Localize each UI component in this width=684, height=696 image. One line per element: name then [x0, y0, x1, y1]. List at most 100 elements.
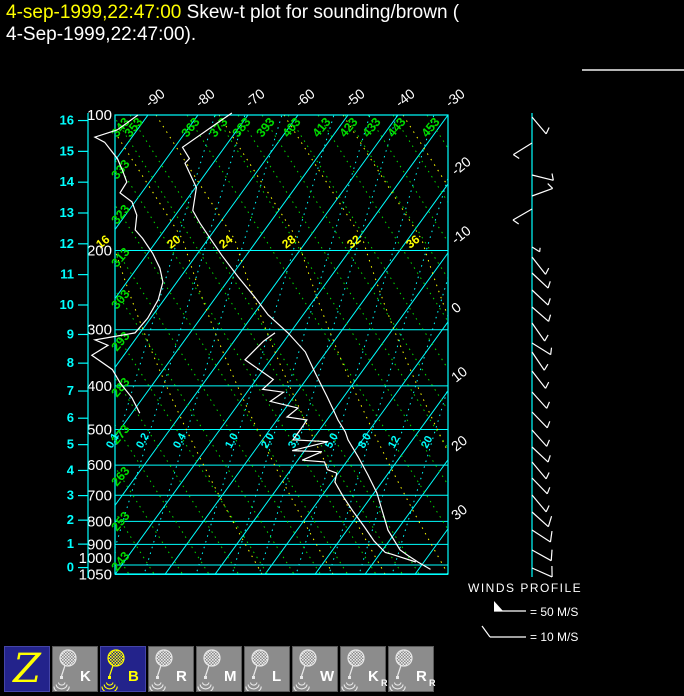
weather-balloon-icon	[245, 647, 273, 691]
svg-text:15: 15	[60, 143, 74, 158]
svg-text:600: 600	[87, 457, 112, 474]
svg-text:443: 443	[385, 115, 409, 140]
toolbar-button-label: L	[272, 668, 281, 685]
wind-barb	[532, 512, 552, 527]
toolbar-button-m[interactable]: M	[196, 646, 242, 692]
skewt-app-window: 4-sep-1999,22:47:00 Skew-t plot for soun…	[0, 0, 684, 696]
svg-text:0: 0	[67, 560, 74, 575]
svg-text:300: 300	[87, 322, 112, 339]
svg-text:16: 16	[60, 113, 74, 128]
wind-barb	[532, 478, 550, 494]
svg-text:800: 800	[87, 513, 112, 530]
svg-text:30: 30	[448, 501, 470, 523]
wind-barb	[532, 343, 552, 355]
svg-text:253: 253	[109, 509, 133, 534]
svg-text:-40: -40	[392, 85, 418, 110]
svg-text:200: 200	[87, 242, 112, 259]
svg-text:283: 283	[109, 375, 133, 400]
wind-barb	[532, 566, 552, 577]
weather-balloon-icon	[389, 647, 417, 691]
wind-barb	[532, 117, 549, 134]
height-axis: 012345678910111213141516	[60, 113, 88, 578]
wind-barb	[532, 447, 550, 462]
svg-text:13: 13	[60, 205, 74, 220]
toolbar-button-b[interactable]: B	[100, 646, 146, 692]
toolbar-button-z-zoom[interactable]: Z	[4, 646, 50, 692]
svg-text:2.0: 2.0	[259, 431, 277, 450]
svg-text:100: 100	[87, 107, 112, 124]
svg-text:333: 333	[109, 157, 133, 182]
svg-text:14: 14	[60, 174, 75, 189]
chart-layer: 3433333233133032932832732632532433533633…	[0, 85, 684, 583]
svg-text:0.4: 0.4	[171, 430, 189, 450]
weather-balloon-icon	[197, 647, 225, 691]
wind-barb	[532, 550, 552, 561]
wind-barb	[532, 430, 549, 446]
svg-text:293: 293	[109, 329, 133, 354]
toolbar: ZKBRMLWKRRR	[0, 643, 684, 696]
wind-barb	[532, 273, 550, 288]
svg-text:0.2: 0.2	[134, 431, 152, 450]
wind-barb	[532, 247, 540, 252]
svg-text:12: 12	[60, 236, 74, 251]
full-barb-icon	[482, 626, 526, 637]
svg-text:6: 6	[67, 410, 74, 425]
flag-barb-icon	[494, 601, 526, 611]
weather-balloon-icon	[293, 647, 321, 691]
toolbar-button-w[interactable]: W	[292, 646, 338, 692]
svg-text:20: 20	[419, 434, 435, 450]
svg-text:4: 4	[67, 462, 75, 477]
svg-text:3: 3	[67, 488, 74, 503]
toolbar-button-rr[interactable]: RR	[388, 646, 434, 692]
weather-balloon-icon	[341, 647, 369, 691]
toolbar-button-label: K	[368, 668, 379, 685]
toolbar-button-label: K	[80, 668, 91, 685]
toolbar-button-label: W	[320, 668, 334, 685]
wind-barb	[513, 209, 532, 224]
svg-text:24: 24	[216, 232, 235, 251]
svg-text:-10: -10	[448, 222, 474, 247]
svg-text:303: 303	[109, 287, 133, 312]
svg-text:-20: -20	[448, 153, 474, 178]
svg-text:-30: -30	[442, 85, 468, 110]
svg-text:500: 500	[87, 422, 112, 439]
svg-text:313: 313	[109, 245, 133, 270]
dry-adiabat-labels: 3433333233133032932832732632532433533633…	[109, 115, 443, 574]
svg-text:36: 36	[403, 232, 422, 251]
svg-text:423: 423	[337, 115, 361, 140]
svg-text:-60: -60	[292, 85, 318, 110]
toolbar-button-k[interactable]: K	[52, 646, 98, 692]
svg-text:-70: -70	[242, 85, 268, 110]
wind-barb	[532, 530, 552, 542]
svg-text:10: 10	[60, 297, 74, 312]
legend-10ms-label: = 10 M/S	[530, 630, 578, 644]
svg-text:11: 11	[60, 267, 74, 282]
svg-text:700: 700	[87, 487, 112, 504]
svg-text:20: 20	[164, 232, 183, 251]
wind-barb	[532, 495, 549, 512]
svg-text:8: 8	[67, 355, 74, 370]
svg-text:-90: -90	[142, 85, 168, 110]
svg-text:5.0: 5.0	[323, 431, 341, 450]
skewt-chart: 3433333233133032932832732632532433533633…	[0, 0, 684, 696]
toolbar-button-l[interactable]: L	[244, 646, 290, 692]
wind-barb	[532, 412, 550, 428]
svg-text:400: 400	[87, 378, 112, 395]
toolbar-button-kr[interactable]: KR	[340, 646, 386, 692]
wind-barb	[532, 257, 549, 274]
svg-text:453: 453	[419, 115, 443, 140]
temperature-trace	[183, 113, 431, 569]
wind-barb	[532, 290, 550, 305]
svg-text:393: 393	[254, 115, 278, 140]
svg-text:433: 433	[360, 115, 384, 140]
svg-text:1000: 1000	[79, 550, 112, 567]
wind-barb	[513, 143, 532, 158]
svg-text:0: 0	[448, 299, 464, 317]
wind-barb	[532, 307, 551, 321]
wind-barb	[532, 352, 548, 370]
legend-50ms-label: = 50 M/S	[530, 605, 578, 619]
toolbar-button-r[interactable]: R	[148, 646, 194, 692]
svg-text:28: 28	[279, 232, 298, 251]
winds-profile-title: WINDS PROFILE	[468, 581, 582, 595]
weather-balloon-icon	[101, 647, 129, 691]
